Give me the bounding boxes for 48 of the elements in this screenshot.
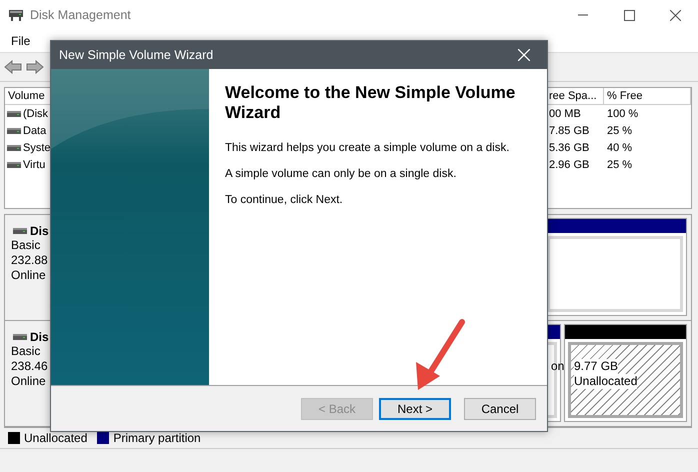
drive-icon <box>7 160 21 168</box>
drive-icon <box>7 110 21 118</box>
table-cell: 40 % <box>607 142 632 154</box>
close-icon[interactable] <box>670 10 680 20</box>
table-cell: 25 % <box>607 124 632 136</box>
minimize-icon[interactable] <box>578 14 588 16</box>
drive-icon <box>13 227 27 235</box>
legend-label: Unallocated <box>24 431 88 445</box>
column-header[interactable]: % Free <box>604 88 691 105</box>
table-cell: (Disk <box>23 108 48 120</box>
partition-block[interactable]: 9.77 GB Unallocated <box>564 324 687 422</box>
legend-label: Primary partition <box>113 431 201 445</box>
table-cell: 5.36 GB <box>549 142 590 154</box>
partition-label: Unallocated <box>574 374 638 389</box>
disk-status: Online <box>11 268 47 283</box>
table-cell: Syste <box>23 142 51 154</box>
disk-management-icon <box>8 8 24 22</box>
disk-size: 238.46 <box>11 359 49 374</box>
table-cell: 100 % <box>607 108 638 120</box>
wizard-text: A simple volume can only be on a single disk. <box>225 167 458 181</box>
drive-icon <box>7 126 21 134</box>
table-cell: Data <box>23 124 46 136</box>
drive-icon <box>7 144 21 152</box>
back-arrow-icon[interactable] <box>4 60 22 74</box>
table-cell: 2.96 GB <box>549 158 590 170</box>
wizard-heading: Welcome to the New Simple Volume Wizard <box>225 83 516 123</box>
dialog-title: New Simple Volume Wizard <box>59 48 214 62</box>
wizard-text: This wizard helps you create a simple volume on a disk. <box>225 141 510 155</box>
drive-icon <box>13 333 27 341</box>
disk-name: Dis <box>30 330 49 344</box>
column-header[interactable]: ree Spa... <box>546 88 604 105</box>
wizard-button[interactable]: Cancel <box>464 398 536 420</box>
wizard-text: To continue, click Next. <box>225 193 344 207</box>
window-title: Disk Management <box>30 8 132 22</box>
table-cell: 7.85 GB <box>549 124 590 136</box>
forward-arrow-icon[interactable] <box>26 60 44 74</box>
table-cell: Virtu <box>23 158 46 170</box>
disk-size: 232.88 <box>11 253 49 268</box>
disk-status: Online <box>11 374 47 389</box>
partition-label: 9.77 GB <box>574 359 618 374</box>
disk-type: Basic <box>11 238 42 253</box>
disk-type: Basic <box>11 344 42 359</box>
maximize-icon[interactable] <box>624 10 634 20</box>
table-cell: 00 MB <box>549 108 581 120</box>
menu-item[interactable]: File <box>6 34 36 48</box>
wizard-button[interactable]: Next > <box>379 398 451 420</box>
disk-name: Dis <box>30 224 49 238</box>
table-cell: 25 % <box>607 158 632 170</box>
